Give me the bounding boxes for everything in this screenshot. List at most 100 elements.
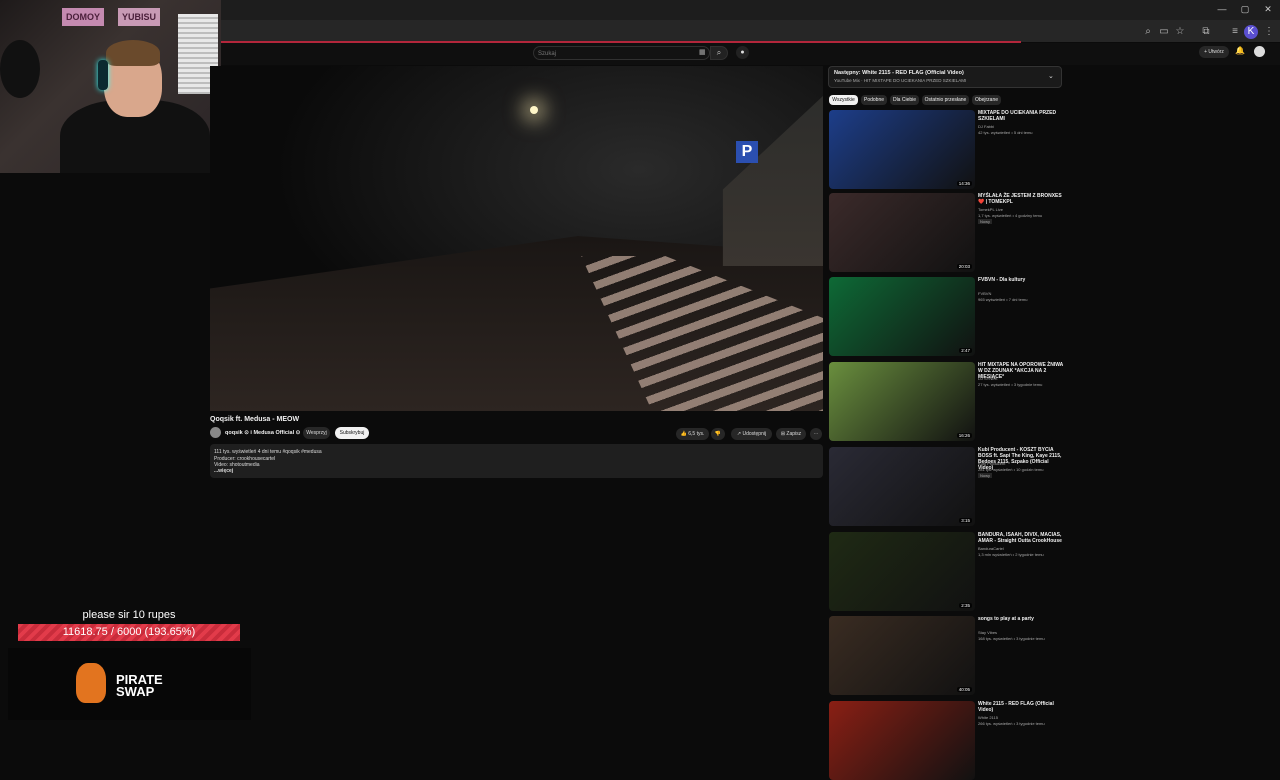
channel-name[interactable]: qoqsik ⊙ i Medusa Official ⊙ xyxy=(225,430,300,436)
chevron-down-icon[interactable]: ⌄ xyxy=(1048,72,1054,80)
headset xyxy=(98,60,108,90)
video-channel[interactable]: White 2115 xyxy=(978,715,998,720)
mic-icon[interactable]: ● xyxy=(736,46,749,59)
video-duration: 14:36 xyxy=(956,181,972,186)
chip-all[interactable]: Wszystkie xyxy=(829,95,858,105)
video-building xyxy=(722,96,823,266)
video-channel[interactable]: FVBVN xyxy=(978,291,991,296)
more-actions-icon[interactable]: ⋯ xyxy=(810,428,822,440)
chip-watched[interactable]: Obejrzane xyxy=(972,95,1001,105)
video-title-link[interactable]: BANDURA, ISAAH, DIVIX, MACIAS, AMAR - St… xyxy=(978,532,1064,544)
search-button[interactable]: ⌕ xyxy=(710,46,728,60)
share-label: Udostępnij xyxy=(742,431,767,437)
video-meta: 1,3 mln wyświetleń • 2 tygodnie temu xyxy=(978,552,1044,557)
create-button[interactable]: + Utwórz xyxy=(1199,46,1229,58)
video-meta: 27 tys. wyświetleń • 3 tygodnie temu xyxy=(978,382,1043,387)
cast-icon[interactable]: ▭ xyxy=(1157,25,1171,39)
wall-sign-right: YUBISU xyxy=(118,8,160,26)
bookmark-star-icon[interactable]: ☆ xyxy=(1173,25,1187,39)
wall-sign-left: DOMOY xyxy=(62,8,104,26)
video-thumbnail[interactable]: 40:05 xyxy=(829,616,975,695)
video-title-link[interactable]: FVBVN - Dla kultury xyxy=(978,277,1064,283)
donation-goal-progress: 11618.75 / 6000 (193.65%) xyxy=(62,626,196,638)
search-icon: ⌕ xyxy=(716,48,722,57)
extensions-icon[interactable]: ⧉ xyxy=(1199,25,1213,39)
video-meta: 965 wyświetleń • 7 dni temu xyxy=(978,297,1028,302)
webcam-feed: DOMOY YUBISU xyxy=(0,0,221,173)
support-button[interactable]: Wesprzyj xyxy=(303,427,330,439)
video-meta: 1,7 tys. wyświetleń • 4 godziny temu xyxy=(978,213,1043,218)
video-duration: 2:35 xyxy=(959,603,972,608)
chip-similar[interactable]: Podobne xyxy=(861,95,887,105)
tab-search-icon[interactable]: ≡ xyxy=(1228,25,1242,39)
video-meta: 266 tys. wyświetleń • 3 tygodnie temu xyxy=(978,721,1045,726)
chip-for-you[interactable]: Dla Ciebie xyxy=(890,95,919,105)
video-channel[interactable]: Kubi Producent xyxy=(978,461,1005,466)
video-duration: 16:26 xyxy=(956,433,972,438)
video-title: Qoqsik ft. Medusa - MEOW xyxy=(210,416,300,423)
minimize-icon[interactable]: — xyxy=(1212,4,1232,14)
profile-icon[interactable]: K xyxy=(1244,25,1258,39)
video-duration: 40:05 xyxy=(956,687,972,692)
search-page-icon[interactable]: ⌕ xyxy=(1141,25,1155,39)
sponsor-line2: SWAP xyxy=(116,684,155,699)
save-icon: ⊞ xyxy=(780,431,786,437)
save-button[interactable]: ⊞ Zapisz xyxy=(776,428,806,440)
like-count: 6,5 tys. xyxy=(688,431,705,437)
video-meta: 42 tys. wyświetleń • 5 dni temu xyxy=(978,130,1033,135)
video-duration: 20:03 xyxy=(956,264,972,269)
video-duration: 3:15 xyxy=(959,518,972,523)
video-thumbnail[interactable]: 16:26 xyxy=(829,362,975,441)
menu-dots-icon[interactable]: ⋮ xyxy=(1262,25,1276,39)
donation-goal-text: please sir 10 rupes xyxy=(82,609,176,621)
video-parking-sign: P xyxy=(736,141,758,163)
video-thumbnail[interactable]: 2:47 xyxy=(829,277,975,356)
share-icon: ↗ xyxy=(736,431,742,437)
pirate-logo-icon xyxy=(76,663,106,703)
share-button[interactable]: ↗ Udostępnij xyxy=(731,428,772,440)
save-label: Zapisz xyxy=(786,431,802,437)
video-meta: 281 tys. wyświetleń • 10 godzin temu xyxy=(978,467,1044,472)
new-badge: Nowy xyxy=(978,219,993,224)
channel-avatar[interactable] xyxy=(210,427,221,438)
video-channel[interactable]: DJ SYNEK xyxy=(978,376,998,381)
video-player[interactable]: P xyxy=(210,66,823,411)
video-title-link[interactable]: White 2115 - RED FLAG (Official Video) xyxy=(978,701,1064,713)
video-meta: 168 tys. wyświetleń • 3 tygodnie temu xyxy=(978,636,1045,641)
subscribe-button[interactable]: Subskrybuj xyxy=(335,427,369,439)
streamer-hair xyxy=(106,40,160,66)
account-avatar[interactable] xyxy=(1254,46,1265,57)
up-next-title: Następny: White 2115 - RED FLAG (Officia… xyxy=(834,70,964,76)
close-icon[interactable]: ✕ xyxy=(1258,4,1278,15)
up-next-subtitle: YouTube Mix · HIT MIXTAPE DO UCIEKANIA P… xyxy=(834,78,967,83)
video-channel[interactable]: DJ Fabbi xyxy=(978,124,994,129)
video-streetlamp xyxy=(530,106,538,114)
video-channel[interactable]: Stay Vibes xyxy=(978,630,997,635)
new-badge: Nowy xyxy=(978,473,993,478)
microphone xyxy=(0,40,40,98)
maximize-icon[interactable]: ▢ xyxy=(1235,4,1255,15)
video-thumbnail[interactable]: 3:15 xyxy=(829,447,975,526)
video-thumbnail[interactable]: 14:36 xyxy=(829,110,975,189)
video-thumbnail[interactable]: 2:35 xyxy=(829,532,975,611)
video-title-link[interactable]: songs to play at a party xyxy=(978,616,1064,622)
video-title-link[interactable]: MYŚLAŁA ŻE JESTEM Z BRONXES ❤️ | TOMEKPL xyxy=(978,193,1064,205)
video-channel[interactable]: BanduraCartel xyxy=(978,546,1004,551)
video-channel[interactable]: TomekPL Live xyxy=(978,207,1003,212)
video-title-link[interactable]: MIXTAPE DO UCIEKANIA PRZED SZKIELAMI xyxy=(978,110,1064,122)
description-more-link[interactable]: ...więcej xyxy=(214,468,233,474)
description-line: 111 tys. wyświetleń 4 dni temu #qoqsik #… xyxy=(214,449,322,455)
video-duration: 2:47 xyxy=(959,348,972,353)
dislike-button[interactable]: 👎 xyxy=(711,428,725,440)
chip-recent[interactable]: Ostatnio przesłane xyxy=(922,95,969,105)
sponsor-name: PIRATE SWAP xyxy=(116,673,163,699)
notifications-bell-icon[interactable]: 🔔 xyxy=(1235,46,1245,55)
keyboard-icon[interactable]: ▦ xyxy=(699,48,706,56)
video-thumbnail[interactable] xyxy=(829,701,975,780)
thumbs-up-icon: 👍 xyxy=(680,431,687,437)
like-button[interactable]: 👍 6,5 tys. xyxy=(676,428,709,440)
video-thumbnail[interactable]: 20:03 xyxy=(829,193,975,272)
search-input[interactable]: Szukaj xyxy=(533,46,710,60)
youtube-header xyxy=(221,43,1280,65)
thumbs-down-icon: 👎 xyxy=(714,431,722,437)
